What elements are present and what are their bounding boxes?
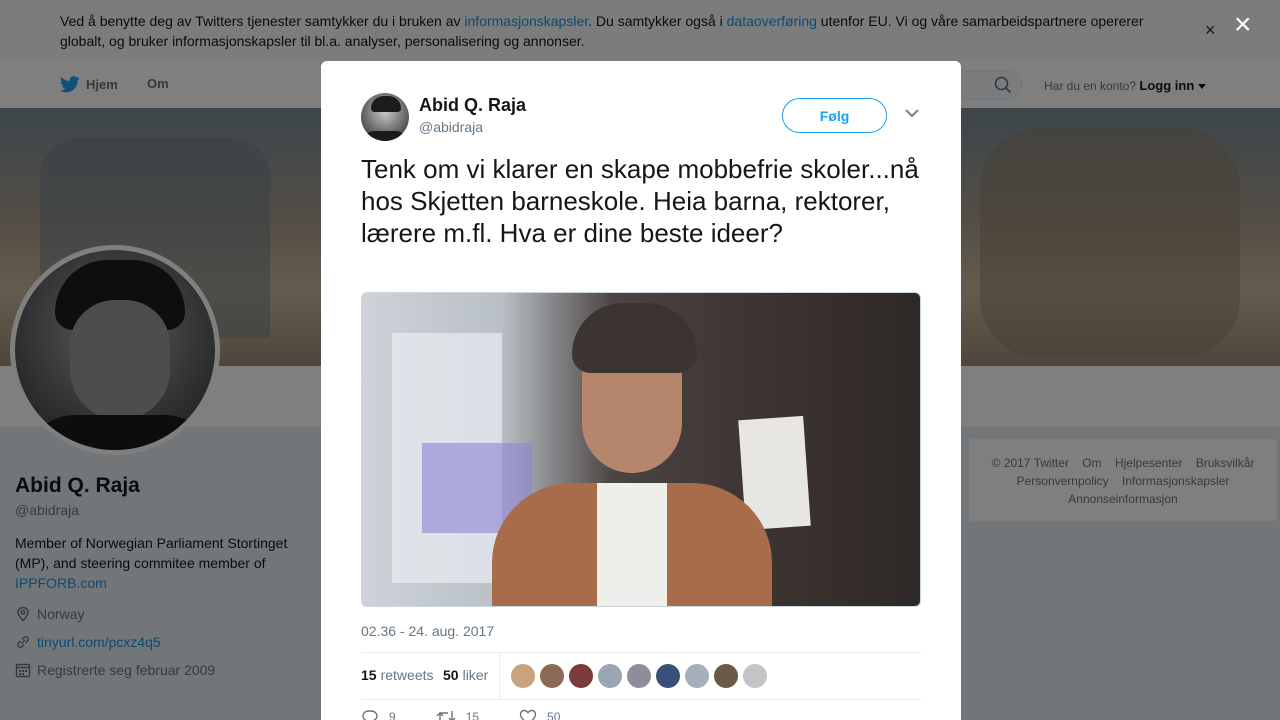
retweet-icon bbox=[436, 711, 456, 720]
liker-avatar[interactable] bbox=[569, 664, 593, 688]
reply-icon bbox=[362, 710, 378, 720]
likes-stat[interactable]: 50 liker bbox=[443, 667, 488, 683]
liker-avatar[interactable] bbox=[598, 664, 622, 688]
liker-avatar[interactable] bbox=[656, 664, 680, 688]
liker-avatar[interactable] bbox=[714, 664, 738, 688]
heart-icon bbox=[519, 709, 537, 720]
retweets-stat[interactable]: 15 retweets bbox=[361, 667, 434, 683]
tweet-modal: Abid Q. Raja @abidraja Følg Tenk om vi k… bbox=[321, 61, 961, 720]
tweet-timestamp[interactable]: 02.36 - 24. aug. 2017 bbox=[361, 623, 494, 639]
liker-avatar[interactable] bbox=[511, 664, 535, 688]
tweet-actions: 9 15 50 bbox=[361, 709, 560, 720]
chevron-down-icon[interactable] bbox=[905, 109, 919, 118]
liker-avatar[interactable] bbox=[627, 664, 651, 688]
liker-avatar[interactable] bbox=[743, 664, 767, 688]
tweet-video-thumbnail[interactable] bbox=[361, 292, 921, 607]
close-icon[interactable]: × bbox=[1234, 10, 1252, 40]
reply-button[interactable]: 9 bbox=[361, 709, 396, 720]
tweet-author-avatar[interactable] bbox=[361, 93, 409, 141]
tweet-author-name[interactable]: Abid Q. Raja bbox=[419, 95, 526, 116]
liker-avatar[interactable] bbox=[540, 664, 564, 688]
tweet-stats: 15 retweets 50 liker bbox=[361, 652, 921, 700]
stats-divider bbox=[499, 653, 500, 700]
liker-avatars bbox=[511, 664, 767, 688]
tweet-text: Tenk om vi klarer en skape mobbefrie sko… bbox=[361, 154, 919, 248]
like-button[interactable]: 50 bbox=[519, 709, 560, 720]
follow-button[interactable]: Følg bbox=[782, 98, 887, 133]
liker-avatar[interactable] bbox=[685, 664, 709, 688]
tweet-author-handle[interactable]: @abidraja bbox=[419, 119, 483, 135]
retweet-button[interactable]: 15 bbox=[436, 709, 479, 720]
